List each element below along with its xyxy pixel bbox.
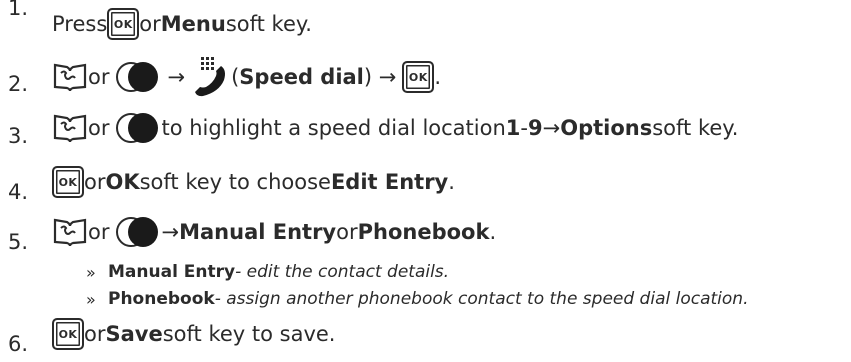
step-text: or xyxy=(336,220,358,244)
speed-dial-icon xyxy=(195,57,226,97)
sub-bullet-title: Phonebook xyxy=(108,289,215,309)
book-nav-icon xyxy=(53,63,87,92)
sub-bullet-phonebook: » Phonebook - assign another phonebook c… xyxy=(86,289,748,309)
ok-label: OK xyxy=(105,170,140,194)
step-number: 3. xyxy=(8,124,29,148)
phonebook-label: Phonebook xyxy=(357,220,490,244)
bullet-marker: » xyxy=(86,289,96,309)
arrow: → xyxy=(161,220,180,244)
ok-key-icon: OK xyxy=(107,8,140,40)
step-text: Press xyxy=(52,12,108,36)
sub-bullet-text: - edit the contact details. xyxy=(235,262,450,282)
round-nav-icon xyxy=(116,113,159,143)
step-number: 2. xyxy=(8,72,29,96)
round-nav-icon xyxy=(116,62,159,92)
menu-label: Menu xyxy=(160,12,226,36)
ok-key-icon: OK xyxy=(402,61,435,93)
step-text: . xyxy=(434,65,442,89)
sub-bullet-title: Manual Entry xyxy=(108,262,236,282)
step-text: ) → xyxy=(363,65,397,89)
edit-entry-label: Edit Entry xyxy=(330,170,449,194)
speed-dial-label: Speed dial xyxy=(239,65,364,89)
book-nav-icon xyxy=(53,218,87,247)
manual-entry-label: Manual Entry xyxy=(179,220,337,244)
step-number: 5. xyxy=(8,230,29,254)
step-text: soft key to choose xyxy=(139,170,331,194)
step-text: or xyxy=(88,65,110,89)
arrow: → xyxy=(542,116,561,140)
step-number: 1. xyxy=(8,0,29,20)
step-text: soft key. xyxy=(652,116,739,140)
book-nav-icon xyxy=(53,114,87,143)
step-text: soft key to save. xyxy=(162,322,336,346)
sub-bullet-text: - assign another phonebook contact to th… xyxy=(214,289,749,309)
sub-bullet-manual: » Manual Entry - edit the contact detail… xyxy=(86,262,449,282)
location-end: 9 xyxy=(527,116,543,140)
arrow: → xyxy=(167,65,186,89)
step-text: or xyxy=(88,116,110,140)
step-text: - xyxy=(520,116,528,140)
step-text: to highlight a speed dial location xyxy=(161,116,506,140)
step-text: ( xyxy=(231,65,240,89)
bullet-marker: » xyxy=(86,262,96,282)
step-text: or xyxy=(84,170,106,194)
save-label: Save xyxy=(105,322,163,346)
options-label: Options xyxy=(560,116,653,140)
step-text: or xyxy=(88,220,110,244)
step-number: 6. xyxy=(8,332,29,356)
step-text: or xyxy=(84,322,106,346)
step-text: soft key. xyxy=(225,12,312,36)
step-text: or xyxy=(139,12,161,36)
step-number: 4. xyxy=(8,180,29,204)
step-text: . xyxy=(489,220,497,244)
step-text: . xyxy=(448,170,455,194)
round-nav-icon xyxy=(116,217,159,247)
ok-key-icon: OK xyxy=(52,318,84,350)
location-start: 1 xyxy=(505,116,521,140)
ok-key-icon: OK xyxy=(52,166,84,198)
